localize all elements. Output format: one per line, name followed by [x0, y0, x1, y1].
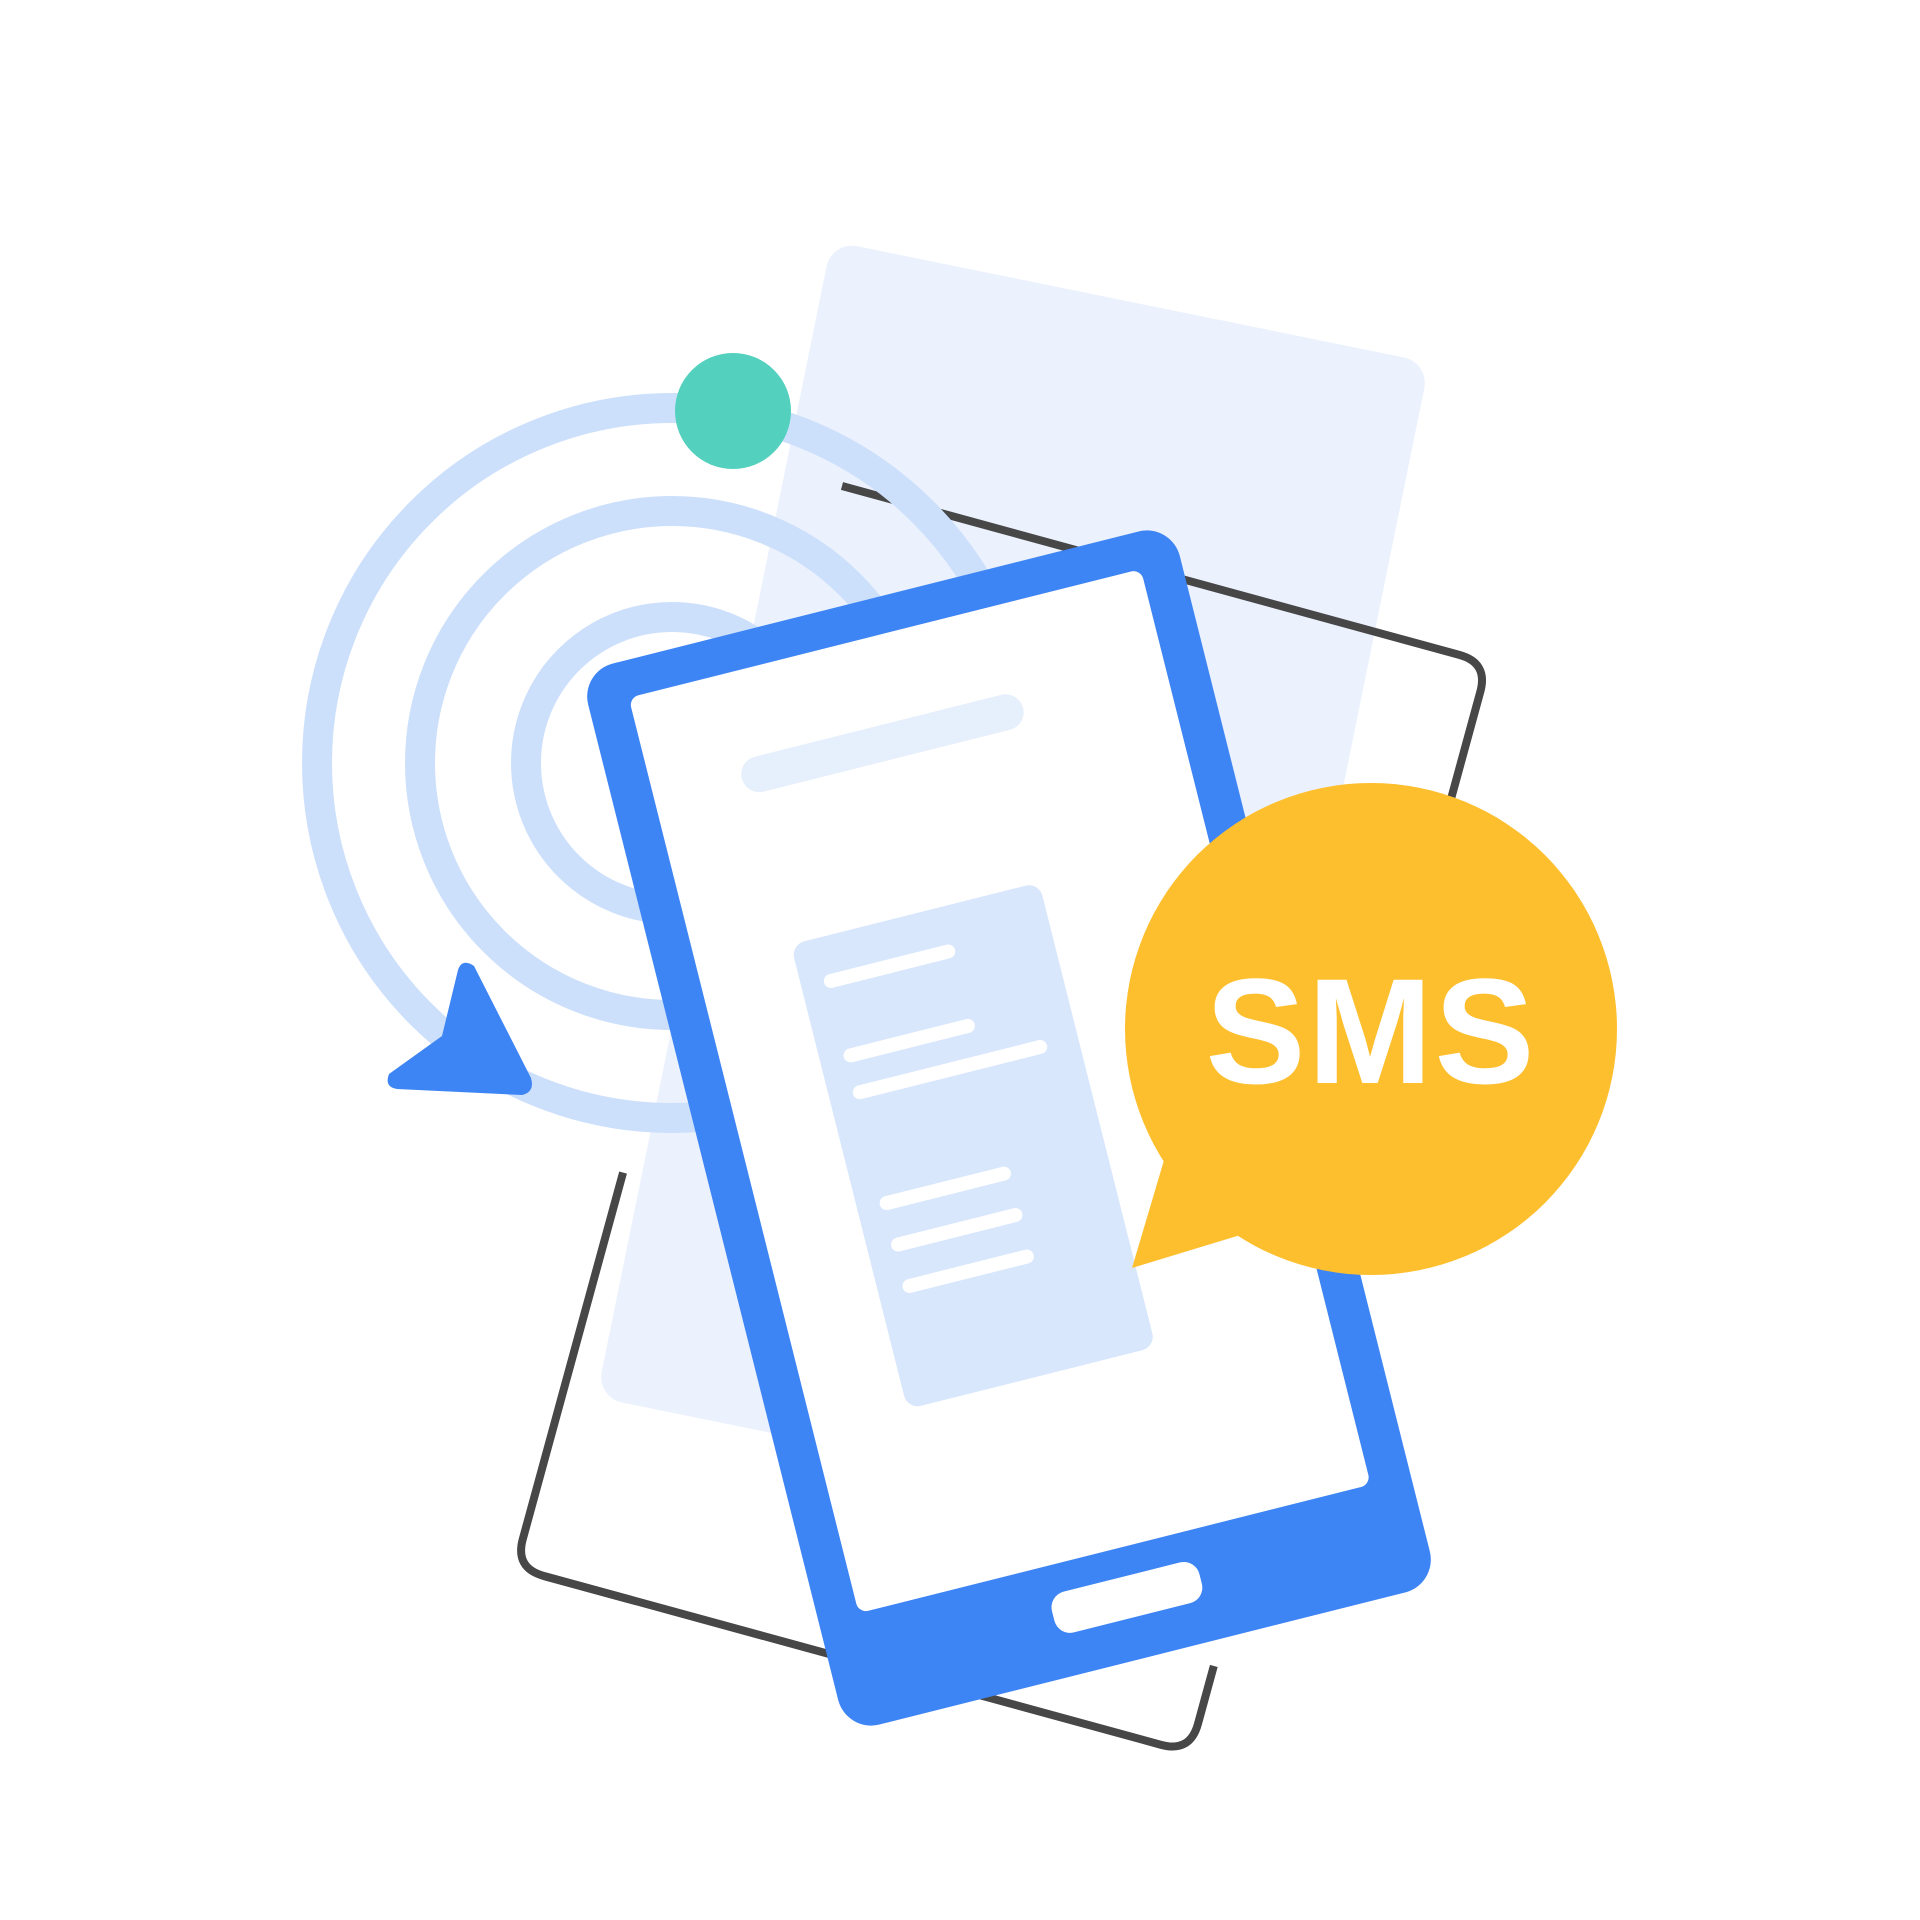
sms-illustration: SMS: [302, 245, 1617, 1751]
sms-chat-bubble-icon: SMS: [1125, 783, 1617, 1275]
notification-dot-icon: [675, 353, 791, 469]
sms-label: SMS: [1205, 947, 1536, 1115]
